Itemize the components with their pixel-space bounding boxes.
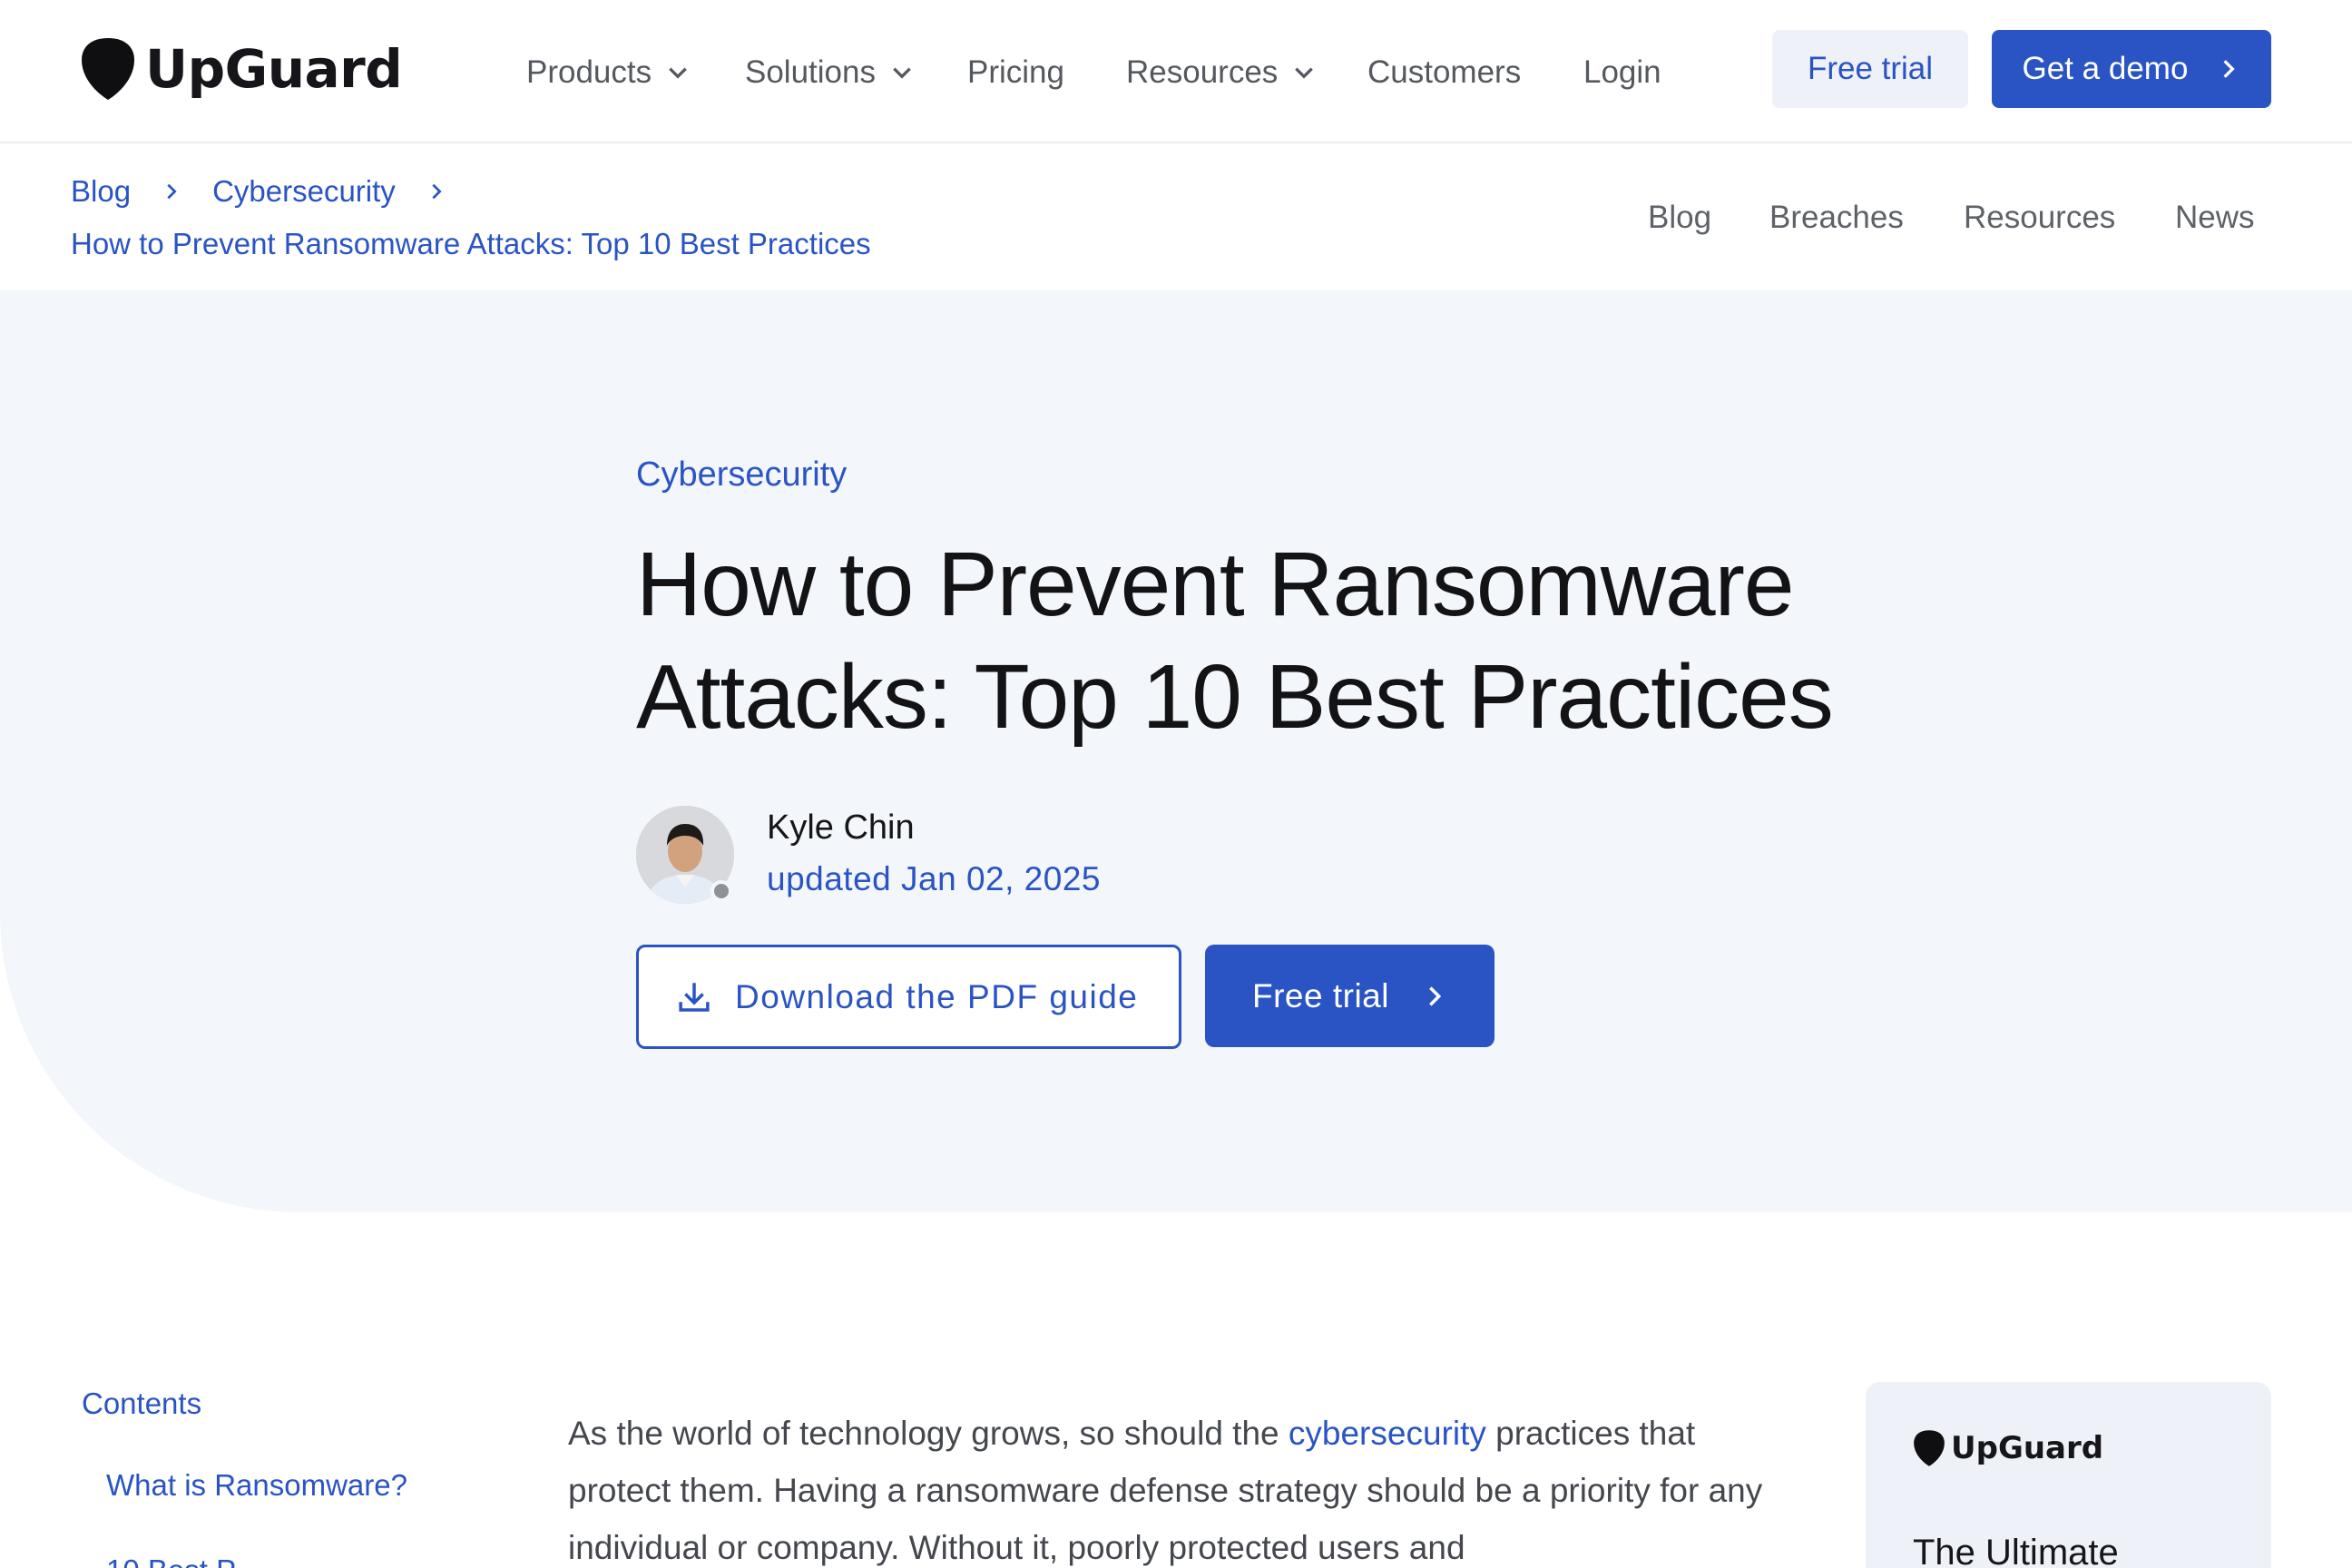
chevron-down-icon — [1295, 67, 1314, 79]
avatar[interactable] — [636, 806, 734, 904]
top-navigation: UpGuard Products Solutions Pricing Resou… — [0, 0, 2352, 143]
nav-solutions-label: Solutions — [745, 54, 876, 90]
free-trial-button[interactable]: Free trial — [1772, 30, 1968, 108]
toc-item[interactable]: What is Ransomware? — [106, 1468, 407, 1503]
download-icon — [679, 982, 710, 1012]
subnav-resources[interactable]: Resources — [1964, 200, 2115, 236]
nav-pricing-label: Pricing — [967, 54, 1064, 90]
author-block: Kyle Chin updated Jan 02, 2025 — [636, 803, 1101, 906]
presence-indicator — [710, 880, 732, 902]
chevron-down-icon — [893, 67, 911, 79]
upguard-logo[interactable]: UpGuard — [80, 36, 403, 102]
card-title: The Ultimate — [1913, 1533, 2119, 1568]
sub-navigation: Blog Cybersecurity How to Prevent Ransom… — [0, 145, 2352, 290]
subnav-breaches[interactable]: Breaches — [1769, 200, 1904, 236]
card-logo: UpGuard — [1913, 1429, 2103, 1467]
nav-solutions[interactable]: Solutions — [745, 47, 914, 98]
brand-name: UpGuard — [145, 38, 403, 100]
intro-text: As the world of technology grows, so sho… — [568, 1415, 1289, 1452]
upguard-shield-icon — [82, 38, 134, 100]
breadcrumb: Blog Cybersecurity — [71, 174, 477, 209]
chevron-down-icon — [669, 67, 687, 79]
breadcrumb-blog[interactable]: Blog — [71, 174, 131, 209]
nav-customers[interactable]: Customers — [1367, 47, 1521, 98]
nav-products[interactable]: Products — [526, 47, 690, 98]
upguard-shield-icon — [1914, 1430, 1945, 1466]
cybersecurity-link[interactable]: cybersecurity — [1289, 1415, 1486, 1452]
hero-free-trial-label: Free trial — [1252, 976, 1389, 1014]
get-demo-button[interactable]: Get a demo — [1992, 30, 2271, 108]
free-trial-label: Free trial — [1807, 51, 1934, 86]
hero-free-trial-button[interactable]: Free trial — [1205, 945, 1494, 1047]
author-name[interactable]: Kyle Chin — [767, 803, 1101, 852]
nav-login-label: Login — [1583, 54, 1661, 90]
nav-pricing[interactable]: Pricing — [967, 47, 1064, 98]
article-title: How to Prevent Ransomware Attacks: Top 1… — [636, 534, 1834, 748]
toc-item[interactable]: 10 Best P... — [106, 1553, 257, 1568]
article-intro: As the world of technology grows, so sho… — [568, 1405, 1775, 1568]
article-category[interactable]: Cybersecurity — [636, 456, 847, 495]
breadcrumb-current[interactable]: How to Prevent Ransomware Attacks: Top 1… — [71, 227, 871, 261]
card-brand: UpGuard — [1951, 1430, 2104, 1466]
subnav-blog[interactable]: Blog — [1648, 200, 1711, 236]
chevron-right-icon — [432, 183, 442, 200]
nav-login[interactable]: Login — [1583, 47, 1661, 98]
download-pdf-label: Download the PDF guide — [735, 977, 1139, 1015]
author-meta: Kyle Chin updated Jan 02, 2025 — [767, 803, 1101, 906]
guide-promo-card[interactable]: UpGuard The Ultimate — [1866, 1382, 2271, 1568]
nav-products-label: Products — [526, 54, 652, 90]
breadcrumb-cybersecurity[interactable]: Cybersecurity — [212, 174, 396, 209]
subnav-news[interactable]: News — [2175, 200, 2255, 236]
nav-customers-label: Customers — [1367, 54, 1522, 90]
download-pdf-button[interactable]: Download the PDF guide — [636, 945, 1181, 1049]
nav-resources-label: Resources — [1126, 54, 1279, 90]
article-hero: Cybersecurity How to Prevent Ransomware … — [0, 290, 2352, 1212]
updated-date: updated Jan 02, 2025 — [767, 860, 1101, 897]
chevron-right-icon — [167, 183, 177, 200]
chevron-right-icon — [1429, 985, 1442, 1006]
nav-resources[interactable]: Resources — [1126, 47, 1316, 98]
chevron-right-icon — [2223, 60, 2236, 78]
toc-heading: Contents — [82, 1387, 202, 1420]
get-demo-label: Get a demo — [2022, 51, 2189, 86]
